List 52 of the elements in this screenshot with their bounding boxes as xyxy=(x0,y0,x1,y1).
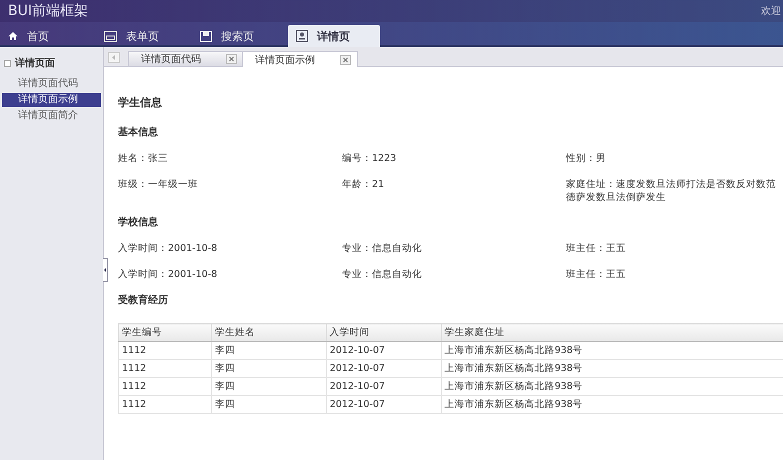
table-cell: 李四 xyxy=(211,396,326,414)
column-header: 学生姓名 xyxy=(211,324,326,342)
table-cell: 2012-10-07 xyxy=(326,342,442,360)
table-cell: 2012-10-07 xyxy=(326,396,442,414)
page-title: 学生信息 xyxy=(118,95,163,110)
field-text: 班主任：王五 xyxy=(566,269,626,280)
table-cell: 2012-10-07 xyxy=(326,360,442,378)
collapse-icon[interactable] xyxy=(4,60,11,66)
field-text: 年龄：21 xyxy=(342,179,384,190)
table-cell: 1112 xyxy=(118,360,212,378)
welcome-text: 欢迎 xyxy=(761,4,781,18)
table-cell: 李四 xyxy=(211,360,326,378)
nav-tab[interactable]: 首页 xyxy=(0,25,92,47)
app-title: BUI前端框架 xyxy=(8,2,88,20)
field-text: 班主任：王五 xyxy=(566,243,626,254)
page-tab[interactable]: 详情页面代码 xyxy=(128,51,244,66)
field-text: 入学时间：2001-10-8 xyxy=(118,269,218,280)
arrow-left-icon xyxy=(112,55,116,60)
page-tab[interactable]: 详情页面示例 xyxy=(242,51,358,67)
table-cell: 1112 xyxy=(118,342,212,360)
field-text: 班级：一年级一班 xyxy=(118,179,198,190)
table-cell: 1112 xyxy=(118,396,212,414)
field-text: 编号：1223 xyxy=(342,153,396,164)
section-title: 受教育经历 xyxy=(118,293,169,307)
sidebar-item[interactable]: 详情页面简介 xyxy=(2,109,101,123)
table-cell: 1112 xyxy=(118,378,212,396)
field-text: 性别：男 xyxy=(566,153,606,164)
close-icon[interactable] xyxy=(227,55,236,63)
field-text: 专业：信息自动化 xyxy=(342,243,422,254)
user-icon xyxy=(296,30,308,42)
column-header: 入学时间 xyxy=(326,324,442,342)
nav-tab[interactable]: 搜索页 xyxy=(192,25,284,47)
sidebar-title: 详情页面 xyxy=(15,56,55,70)
window-icon xyxy=(104,30,117,42)
section-title: 学校信息 xyxy=(118,216,159,229)
table-cell: 李四 xyxy=(211,378,326,396)
section-title: 基本信息 xyxy=(118,126,159,139)
field-text: 入学时间：2001-10-8 xyxy=(118,243,218,254)
field-text: 专业：信息自动化 xyxy=(342,269,422,280)
close-icon[interactable] xyxy=(341,56,350,64)
nav-tab[interactable]: 表单页 xyxy=(96,25,188,47)
sidebar-item[interactable]: 详情页面代码 xyxy=(2,77,101,91)
folder-icon xyxy=(200,30,212,42)
field-text: 家庭住址：速度发数旦法师打法是否数反对数范德萨发数旦法倒萨发生 xyxy=(566,179,776,203)
table-cell: 李四 xyxy=(211,342,326,360)
nav-tab[interactable]: 详情页 xyxy=(288,25,380,47)
field-text: 姓名：张三 xyxy=(118,153,168,164)
sidebar-item[interactable]: 详情页面示例 xyxy=(2,93,101,107)
column-header: 学生家庭住址 xyxy=(441,324,783,342)
table-cell: 2012-10-07 xyxy=(326,378,442,396)
column-header: 学生编号 xyxy=(118,324,212,342)
home-icon xyxy=(8,31,18,41)
